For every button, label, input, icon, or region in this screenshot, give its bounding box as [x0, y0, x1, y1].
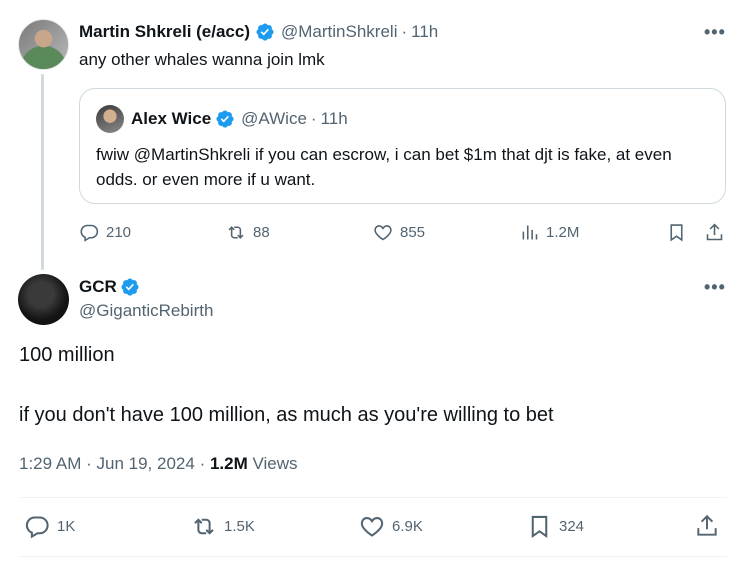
post-time[interactable]: 1:29 AM [19, 454, 81, 473]
like-button[interactable]: 855 [372, 222, 425, 243]
author-name[interactable]: Martin Shkreli (e/acc) [79, 22, 250, 42]
main-author-name-row: GCR [79, 275, 140, 299]
quoted-author-handle: @AWice [241, 109, 307, 128]
repost-icon [194, 518, 214, 535]
share-button[interactable] [694, 513, 720, 539]
quoted-tweet-text: fwiw @MartinShkreli if you can escrow, i… [96, 145, 672, 189]
verified-badge-icon [121, 278, 139, 296]
thread-connector-line [41, 74, 44, 270]
bookmark-count: 324 [559, 518, 585, 535]
post-date[interactable]: Jun 19, 2024 [97, 454, 195, 473]
parent-tweet-header: Martin Shkreli (e/acc) @MartinShkreli · … [79, 20, 438, 44]
tweet-text-line-1: 100 million [19, 344, 115, 366]
share-icon [706, 223, 723, 241]
share-icon [697, 514, 717, 536]
quoted-tweet-card[interactable]: Alex Wice @AWice · 11h fwiw @MartinShkre… [79, 88, 726, 204]
like-button[interactable]: 6.9K [358, 513, 423, 540]
author-name[interactable]: GCR [79, 277, 117, 297]
repost-icon [228, 226, 244, 239]
verified-badge-icon [256, 23, 274, 41]
more-options-icon[interactable]: ••• [704, 22, 726, 43]
repost-count: 1.5K [224, 518, 255, 535]
author-handle[interactable]: @MartinShkreli [281, 22, 397, 42]
avatar-gcr[interactable] [18, 274, 69, 325]
repost-count: 88 [253, 224, 270, 241]
reply-count: 1K [57, 518, 76, 535]
parent-action-bar: 210 88 855 1.2M [79, 222, 729, 246]
repost-button[interactable]: 88 [225, 222, 270, 243]
author-handle[interactable]: @GiganticRebirth [79, 301, 213, 321]
divider [19, 497, 727, 498]
more-options-icon[interactable]: ••• [704, 277, 726, 298]
separator-dot: · [86, 454, 92, 473]
bookmark-icon [531, 515, 548, 539]
tweet-metadata: 1:29 AM · Jun 19, 2024 · 1.2M Views [19, 454, 298, 474]
reply-button[interactable]: 210 [79, 222, 131, 243]
heart-icon [360, 517, 384, 537]
reply-icon [25, 516, 49, 539]
quoted-author-name: Alex Wice [131, 109, 212, 128]
repost-button[interactable]: 1.5K [190, 513, 255, 540]
main-action-bar: 1K 1.5K 6.9K 324 [0, 513, 746, 541]
reply-button[interactable]: 1K [24, 513, 75, 540]
quoted-post-time: 11h [320, 109, 348, 128]
bookmark-button[interactable] [666, 222, 687, 243]
like-count: 855 [400, 224, 426, 241]
heart-icon [374, 225, 392, 241]
post-time[interactable]: 11h [411, 22, 438, 42]
bookmark-button[interactable]: 324 [526, 513, 584, 540]
share-button[interactable] [704, 222, 725, 243]
views-count: 1.2M [546, 224, 580, 241]
quoted-tweet-header: Alex Wice @AWice · 11h [131, 107, 348, 131]
views-label: Views [252, 454, 298, 473]
divider [19, 556, 727, 557]
reply-icon [80, 224, 99, 242]
views-button[interactable]: 1.2M [519, 222, 579, 243]
avatar-martin-shkreli[interactable] [18, 19, 69, 70]
like-count: 6.9K [392, 518, 423, 535]
separator-dot: · [401, 22, 408, 41]
bookmark-icon [670, 224, 683, 242]
analytics-icon [522, 225, 538, 240]
tweet-text: any other whales wanna join lmk [79, 50, 325, 69]
verified-badge-icon [216, 110, 234, 128]
views-count: 1.2M [209, 454, 248, 473]
avatar-alex-wice [96, 105, 124, 133]
tweet-text-line-2: if you don't have 100 million, as much a… [19, 404, 554, 426]
reply-count: 210 [106, 224, 132, 241]
separator-dot: · [199, 454, 206, 473]
separator-dot: · [310, 109, 317, 128]
